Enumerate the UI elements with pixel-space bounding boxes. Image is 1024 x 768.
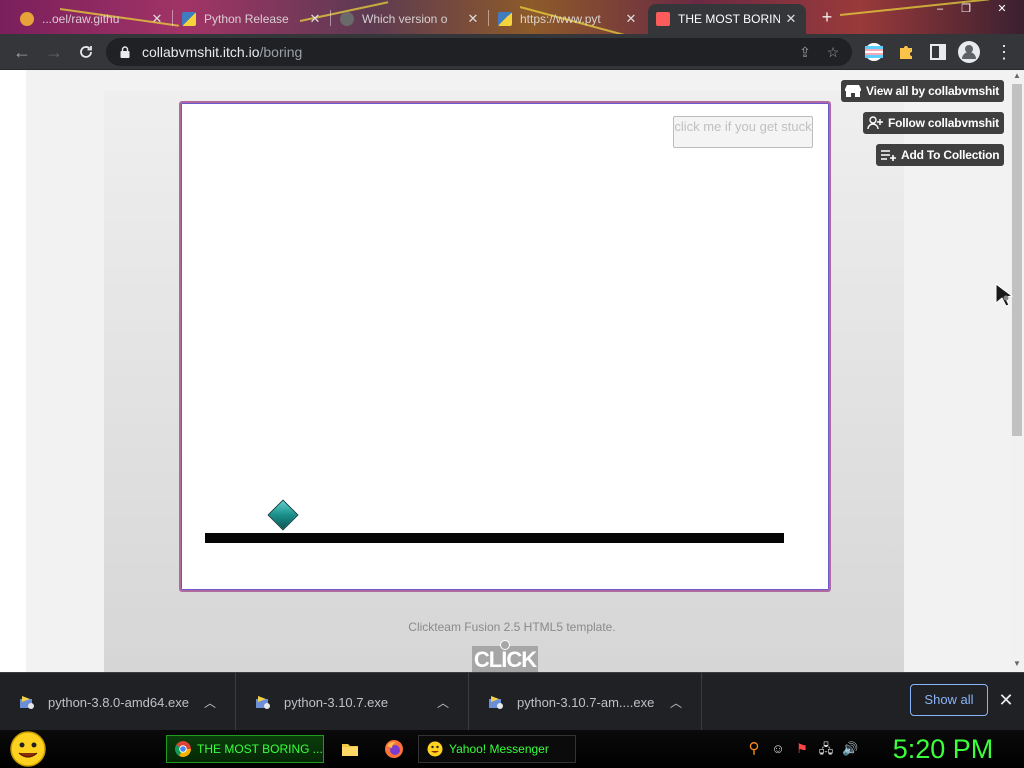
scroll-thumb[interactable] [1012, 84, 1022, 436]
window-close-button[interactable]: ✕ [990, 0, 1014, 18]
chevron-up-icon[interactable]: ︿ [434, 694, 452, 711]
profile-avatar-icon[interactable] [958, 41, 980, 63]
page-viewport: click me if you get stuck Clickteam Fusi… [0, 70, 1024, 672]
extensions-puzzle-icon[interactable] [896, 42, 916, 62]
bookmark-star-icon[interactable]: ☆ [824, 43, 842, 61]
share-icon[interactable]: ⇪ [796, 43, 814, 61]
side-panel-icon[interactable] [928, 42, 948, 62]
close-icon[interactable]: ✕ [784, 11, 798, 27]
tab-which-version[interactable]: Which version o ✕ [332, 4, 488, 34]
follow-button[interactable]: Follow collabvmshit [863, 112, 1004, 134]
firefox-icon[interactable] [384, 739, 404, 759]
tab-the-most-boring[interactable]: THE MOST BORING ✕ [648, 4, 806, 34]
taskbar: THE MOST BORING ... Yahoo! Messenger ⚲ ☺… [0, 730, 1024, 768]
tab-favicon-icon [20, 12, 34, 26]
view-all-button[interactable]: View all by collabvmshit [841, 80, 1005, 102]
close-icon[interactable]: ✕ [150, 11, 164, 27]
page-scrollbar[interactable]: ▲ ▼ [1010, 70, 1024, 672]
game-frame[interactable]: click me if you get stuck [179, 101, 831, 592]
browser-menu-kebab-icon[interactable]: ⋮ [992, 40, 1016, 64]
add-user-icon [867, 116, 883, 130]
volume-icon[interactable]: 🔊 [842, 741, 858, 757]
python-icon [498, 12, 512, 26]
search-icon[interactable]: ⚲ [746, 741, 762, 757]
scroll-down-icon[interactable]: ▼ [1010, 658, 1024, 670]
installer-icon [20, 696, 34, 709]
tab-python-release[interactable]: Python Release ✕ [174, 4, 330, 34]
start-smiley-icon[interactable] [8, 730, 48, 768]
close-icon[interactable]: ✕ [308, 11, 322, 27]
reload-icon [80, 46, 92, 58]
python-icon [182, 12, 196, 26]
show-all-button[interactable]: Show all [910, 684, 988, 716]
close-icon[interactable]: ✕ [466, 11, 480, 27]
chevron-up-icon[interactable]: ︿ [667, 694, 685, 711]
chevron-up-icon[interactable]: ︿ [201, 694, 219, 711]
download-item[interactable]: python-3.10.7-am....exe ︿ [469, 673, 702, 731]
stuck-hint-button[interactable]: click me if you get stuck [673, 116, 813, 148]
tab-raw-githubusercontent[interactable]: ...oel/raw.githu ✕ [12, 4, 172, 34]
add-to-list-icon [881, 150, 896, 161]
add-to-collection-button[interactable]: Add To Collection [876, 144, 1005, 166]
close-icon[interactable]: ✕ [996, 690, 1016, 710]
new-tab-button[interactable]: + [816, 6, 838, 28]
game-canvas[interactable]: click me if you get stuck [185, 107, 825, 586]
url-text: collabvmshit.itch.io/boring [142, 44, 303, 60]
tab-strip: ...oel/raw.githu ✕ Python Release ✕ Whic… [0, 0, 1024, 34]
scroll-up-icon[interactable]: ▲ [1010, 70, 1024, 82]
browser-toolbar: ← → collabvmshit.itch.io/boring ⇪ ☆ ⋮ [0, 34, 1024, 70]
mouse-cursor-icon [995, 283, 1014, 307]
maximize-button[interactable]: ❐ [954, 0, 978, 18]
template-caption: Clickteam Fusion 2.5 HTML5 template. [408, 620, 616, 634]
close-icon[interactable]: ✕ [624, 11, 638, 27]
back-button[interactable]: ← [10, 40, 34, 64]
address-bar[interactable]: collabvmshit.itch.io/boring ⇪ ☆ [106, 38, 852, 66]
itch-io-icon [656, 12, 670, 26]
minimize-button[interactable]: – [928, 0, 952, 18]
clickteam-logo: CLICK [472, 640, 538, 672]
taskbar-chrome-window[interactable]: THE MOST BORING ... [166, 735, 324, 763]
messenger-tray-icon[interactable]: ☺ [770, 741, 786, 757]
folder-icon[interactable] [340, 739, 360, 759]
yahoo-messenger-icon [427, 741, 443, 757]
tab-favicon-icon [340, 12, 354, 26]
reload-button[interactable] [74, 40, 98, 64]
extension-flag-icon[interactable] [864, 42, 884, 62]
itch-io-icon [845, 85, 861, 97]
taskbar-clock[interactable]: 5:20 PM [870, 732, 1016, 766]
download-shelf: python-3.8.0-amd64.exe ︿ python-3.10.7.e… [0, 672, 1024, 731]
ground-platform [205, 533, 784, 543]
installer-icon [256, 696, 270, 709]
action-center-flag-icon[interactable]: ⚑ [794, 741, 810, 757]
forward-button[interactable]: → [42, 40, 66, 64]
lock-icon [120, 46, 130, 58]
network-icon[interactable]: 🖧 [818, 741, 834, 757]
tab-python-org[interactable]: https://www.pyt ✕ [490, 4, 646, 34]
player-diamond [267, 499, 299, 531]
installer-icon [489, 696, 503, 709]
taskbar-yahoo-messenger[interactable]: Yahoo! Messenger [418, 735, 576, 763]
download-item[interactable]: python-3.8.0-amd64.exe ︿ [0, 673, 236, 731]
download-item[interactable]: python-3.10.7.exe ︿ [236, 673, 469, 731]
chrome-icon [175, 741, 191, 757]
